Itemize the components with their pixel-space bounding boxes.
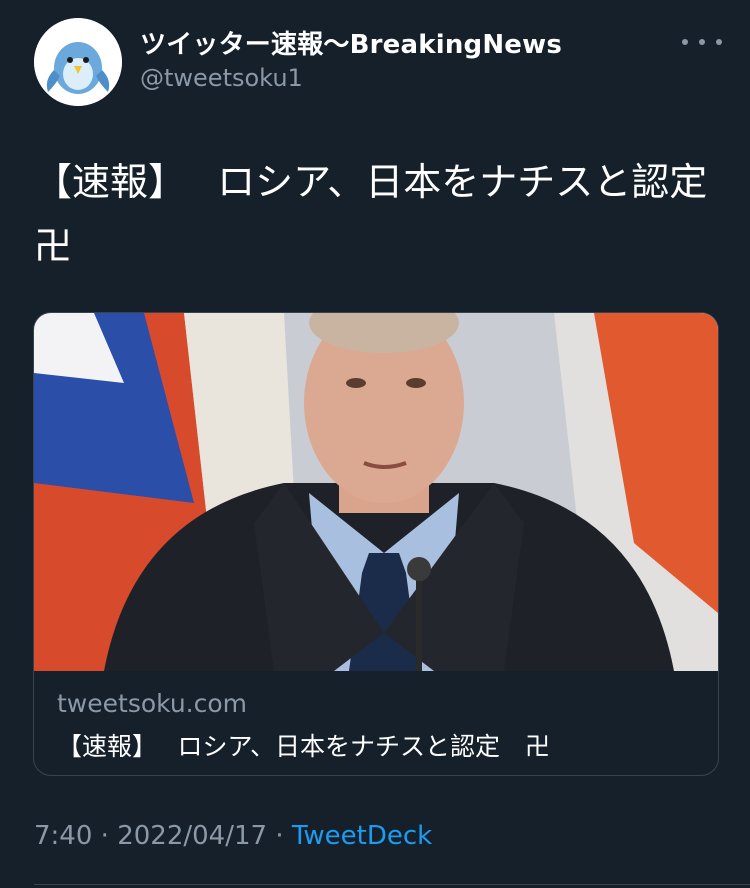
link-card-image[interactable] — [34, 313, 718, 671]
dot — [716, 39, 722, 45]
divider — [34, 884, 750, 885]
bird-avatar-icon[interactable] — [34, 18, 122, 106]
tweet-date[interactable]: 2022/04/17 — [117, 821, 267, 851]
meta-separator: · — [100, 821, 109, 851]
more-options-icon[interactable] — [682, 30, 722, 54]
tweet-detail: ツイッター速報〜BreakingNews @tweetsoku1 【速報】 ロシ… — [0, 0, 750, 888]
link-card-title: 【速報】 ロシア、日本をナチスと認定 卍 — [57, 732, 550, 761]
tweet-time[interactable]: 7:40 — [34, 821, 92, 851]
author-handle[interactable]: @tweetsoku1 — [140, 64, 303, 92]
dot — [699, 39, 705, 45]
meta-separator: · — [275, 821, 284, 851]
tweet-meta: 7:40 · 2022/04/17 · TweetDeck — [34, 821, 432, 851]
tweet-text: 【速報】 ロシア、日本をナチスと認定 卍 — [34, 160, 746, 268]
author-name[interactable]: ツイッター速報〜BreakingNews — [140, 24, 562, 61]
dot — [682, 39, 688, 45]
tweet-source-link[interactable]: TweetDeck — [292, 821, 432, 851]
link-card[interactable]: tweetsoku.com 【速報】 ロシア、日本をナチスと認定 卍 — [33, 312, 719, 776]
link-card-domain: tweetsoku.com — [57, 689, 248, 718]
